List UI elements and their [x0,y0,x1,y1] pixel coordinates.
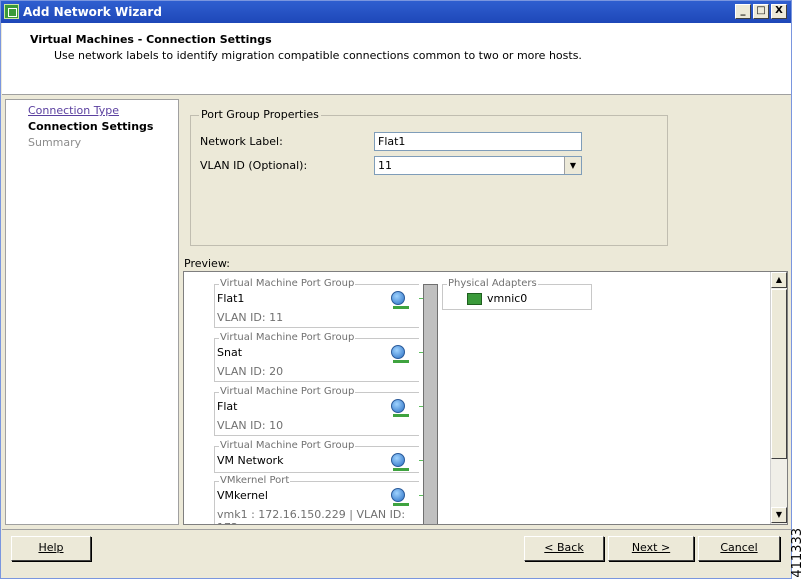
vlan-id-combobox[interactable]: 11 ▼ [374,156,582,175]
title-bar: Add Network Wizard _ □ X [1,1,791,23]
figure-id: 411333 [790,528,805,578]
port-group-vmkernel: VMkernel Port VMkernel vmk1 : 172.16.150… [214,475,432,524]
port-base-icon [393,306,409,309]
globe-icon [391,345,405,359]
button-separator [2,529,791,530]
page-subtitle: Use network labels to identify migration… [54,49,582,62]
port-group-vlan: VLAN ID: 10 [217,419,284,432]
wizard-header: Virtual Machines - Connection Settings U… [2,23,791,95]
vertical-scrollbar[interactable]: ▲ ▼ [770,272,787,524]
port-group-vlan: VLAN ID: 11 [217,311,284,324]
app-icon [4,4,19,19]
groupbox-legend: Port Group Properties [199,108,321,121]
maximize-button[interactable]: □ [753,4,769,19]
content-panel: Port Group Properties Network Label: Fla… [181,99,789,525]
virtual-switch-bar [423,284,438,524]
page-title: Virtual Machines - Connection Settings [30,33,272,46]
port-base-icon [393,414,409,417]
preview-label: Preview: [184,257,230,270]
help-button[interactable]: Help [11,536,91,561]
wizard-steps: Connection Type Connection Settings Summ… [5,99,179,525]
port-group-type: Virtual Machine Port Group [219,278,356,289]
port-group-flat1: Virtual Machine Port Group Flat1 VLAN ID… [214,278,432,328]
scroll-up-icon[interactable]: ▲ [771,272,787,288]
scroll-thumb[interactable] [771,289,787,459]
network-preview: Virtual Machine Port Group Flat1 VLAN ID… [183,271,788,525]
globe-icon [391,291,405,305]
vlan-id-label: VLAN ID (Optional): [200,159,308,172]
globe-icon [391,488,405,502]
scroll-down-icon[interactable]: ▼ [771,507,787,523]
port-base-icon [393,360,409,363]
port-base-icon [393,468,409,471]
port-group-properties: Port Group Properties Network Label: Fla… [190,108,668,246]
port-group-name: Flat [217,400,238,413]
port-group-vlan: VLAN ID: 20 [217,365,284,378]
back-button[interactable]: < Back [524,536,604,561]
port-group-type: Virtual Machine Port Group [219,386,356,397]
vlan-id-value: 11 [378,159,392,172]
port-base-icon [393,503,409,506]
next-button[interactable]: Next > [608,536,694,561]
network-label-label: Network Label: [200,135,283,148]
window-title: Add Network Wizard [23,5,162,19]
globe-icon [391,453,405,467]
port-group-name: VM Network [217,454,284,467]
step-connection-settings: Connection Settings [28,120,154,133]
close-button[interactable]: X [771,4,787,19]
nic-name: vmnic0 [487,292,528,305]
network-label-input[interactable]: Flat1 [374,132,582,151]
chevron-down-icon[interactable]: ▼ [564,157,581,174]
globe-icon [391,399,405,413]
port-group-type: Virtual Machine Port Group [219,332,356,343]
wizard-window: Add Network Wizard _ □ X Virtual Machine… [0,0,792,579]
port-group-name: VMkernel [217,489,268,502]
nic-icon [467,293,482,305]
port-group-flat: Virtual Machine Port Group Flat VLAN ID:… [214,386,432,436]
minimize-button[interactable]: _ [735,4,751,19]
port-group-snat: Virtual Machine Port Group Snat VLAN ID:… [214,332,432,382]
physical-adapters-box: Physical Adapters vmnic0 [442,278,592,310]
step-summary: Summary [28,136,82,149]
step-connection-type[interactable]: Connection Type [28,104,119,117]
port-group-vlan: vmk1 : 172.16.150.229 | VLAN ID: 172 [217,508,406,524]
cancel-button[interactable]: Cancel [698,536,780,561]
physical-adapters-label: Physical Adapters [447,278,538,289]
port-group-name: Snat [217,346,243,359]
port-group-name: Flat1 [217,292,245,305]
port-group-type: VMkernel Port [219,475,291,486]
port-group-type: Virtual Machine Port Group [219,440,356,451]
port-group-vm-network: Virtual Machine Port Group VM Network [214,440,432,473]
